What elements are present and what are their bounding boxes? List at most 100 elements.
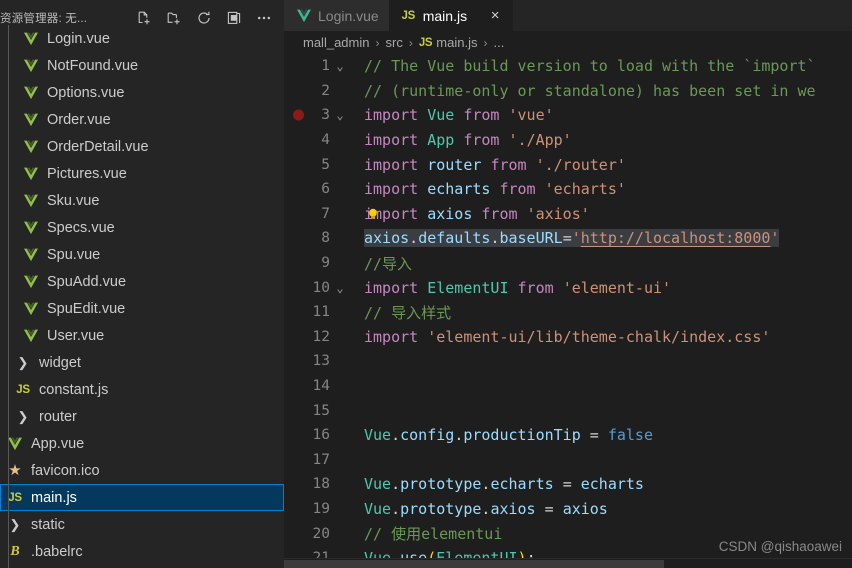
chevron-right-icon: › [375, 35, 380, 50]
code-line[interactable]: 17 [284, 448, 852, 473]
code-line[interactable]: 1 ⌄ // The Vue build version to load with … [284, 54, 852, 79]
tab-label: main.js [422, 7, 468, 24]
tree-item-sku-vue[interactable]: Sku.vue [0, 187, 284, 214]
tree-item-label: favicon.ico [31, 462, 100, 479]
tree-item-pictures-vue[interactable]: Pictures.vue [0, 160, 284, 187]
vue-file-icon [20, 59, 42, 73]
line-number: 17 [312, 451, 330, 468]
line-number: 16 [312, 427, 330, 444]
code-editor[interactable]: 1 ⌄// The Vue build version to load with … [284, 54, 852, 558]
code-line-text: Vue.prototype.echarts = echarts [364, 475, 644, 494]
tab-login-vue[interactable]: Login.vue [284, 0, 389, 31]
lightbulb-icon[interactable] [366, 207, 380, 221]
code-line-text: axios.defaults.baseURL='http://localhost… [364, 229, 780, 248]
code-line-text: import axios from 'axios' [364, 204, 590, 223]
line-number: 13 [312, 353, 330, 370]
tree-item-label: OrderDetail.vue [47, 138, 149, 155]
tree-item-router[interactable]: ❯ router [0, 403, 284, 430]
tree-item-static[interactable]: ❯ static [0, 511, 284, 538]
code-line[interactable]: 16 Vue.config.productionTip = false [284, 423, 852, 448]
code-line[interactable]: 2 // (runtime-only or standalone) has bee… [284, 79, 852, 104]
code-line[interactable]: 13 [284, 349, 852, 374]
tree-item-label: SpuEdit.vue [47, 300, 126, 317]
code-line[interactable]: 12 import 'element-ui/lib/theme-chalk/ind… [284, 325, 852, 350]
tree-item-specs-vue[interactable]: Specs.vue [0, 214, 284, 241]
code-line[interactable]: 10 ⌄ import ElementUI from 'element-ui' [284, 275, 852, 300]
vue-file-icon [20, 86, 42, 100]
code-line[interactable]: 19 Vue.prototype.axios = axios [284, 497, 852, 522]
line-number: 12 [312, 328, 330, 345]
breadcrumb-item-project[interactable]: mall_admin [303, 35, 369, 50]
tree-item-label: static [31, 516, 65, 533]
breadcrumb-item-folder[interactable]: src [385, 35, 402, 50]
chevron-right-icon: › [408, 35, 413, 50]
line-number: 7 [321, 205, 330, 222]
code-line-text: // 使用elementui [364, 525, 503, 544]
code-line-text: // 导入样式 [364, 303, 452, 322]
code-line[interactable]: 8 axios.defaults.baseURL='http://localhos… [284, 226, 852, 251]
tree-item-spuadd-vue[interactable]: SpuAdd.vue [0, 268, 284, 295]
tree-item-label: main.js [31, 489, 77, 506]
line-number: 6 [321, 181, 330, 198]
tree-item-order-vue[interactable]: Order.vue [0, 106, 284, 133]
code-line[interactable]: 5 import router from './router' [284, 152, 852, 177]
tree-item-widget[interactable]: ❯ widget [0, 349, 284, 376]
indent-guide [8, 25, 9, 568]
file-tree[interactable]: Login.vue NotFound.vue Options.vue Order.vu… [0, 25, 284, 568]
tree-item-main-js[interactable]: JS main.js [0, 484, 284, 511]
code-line[interactable]: 7 import axios from 'axios' [284, 202, 852, 227]
code-line-text: Vue.config.productionTip = false [364, 426, 653, 445]
tree-item-options-vue[interactable]: Options.vue [0, 79, 284, 106]
tree-item-babelrc[interactable]: B .babelrc [0, 538, 284, 565]
line-number: 4 [321, 132, 330, 149]
code-line[interactable]: 15 [284, 398, 852, 423]
line-number: 3 [321, 107, 330, 124]
vue-file-icon [20, 32, 42, 46]
tree-item-login-vue[interactable]: Login.vue [0, 25, 284, 52]
js-file-icon: JS [418, 36, 433, 49]
explorer-actions [135, 9, 276, 26]
tree-item-spu-vue[interactable]: Spu.vue [0, 241, 284, 268]
new-folder-icon[interactable] [165, 9, 182, 26]
tree-item-notfound-vue[interactable]: NotFound.vue [0, 52, 284, 79]
tree-item-label: Pictures.vue [47, 165, 127, 182]
vue-file-icon [20, 221, 42, 235]
scrollbar-thumb[interactable] [284, 560, 664, 568]
refresh-icon[interactable] [195, 9, 212, 26]
breakpoint-icon[interactable] [293, 109, 304, 121]
fold-chevron-icon[interactable]: ⌄ [330, 59, 350, 73]
code-line[interactable]: 6 import echarts from 'echarts' [284, 177, 852, 202]
tree-item-label: widget [39, 354, 81, 371]
horizontal-scrollbar[interactable] [284, 558, 852, 568]
code-line-text: import App from './App' [364, 131, 572, 150]
code-line[interactable]: 3 ⌄ import Vue from 'vue' [284, 103, 852, 128]
tree-item-label: User.vue [47, 327, 105, 344]
new-file-icon[interactable] [135, 9, 152, 26]
breadcrumb-item-symbol[interactable]: ... [493, 35, 504, 50]
fold-chevron-icon[interactable]: ⌄ [330, 281, 350, 295]
code-line[interactable]: 21 Vue.use(ElementUI); [284, 546, 852, 558]
code-line[interactable]: 18 Vue.prototype.echarts = echarts [284, 472, 852, 497]
code-line[interactable]: 4 import App from './App' [284, 128, 852, 153]
close-icon[interactable]: × [487, 8, 503, 24]
code-line[interactable]: 9 //导入 [284, 251, 852, 276]
tab-main-js[interactable]: JS main.js × [388, 0, 514, 31]
chevron-right-icon: › [483, 35, 488, 50]
code-line-text: import Vue from 'vue' [364, 106, 554, 125]
breadcrumb-item-file[interactable]: JS main.js [419, 35, 478, 50]
fold-chevron-icon[interactable]: ⌄ [330, 108, 350, 122]
collapse-all-icon[interactable] [225, 9, 242, 26]
tree-item-label: NotFound.vue [47, 57, 139, 74]
more-actions-icon[interactable] [255, 9, 272, 26]
tree-item-label: Specs.vue [47, 219, 115, 236]
tree-item-app-vue[interactable]: App.vue [0, 430, 284, 457]
code-line[interactable]: 14 [284, 374, 852, 399]
tree-item-constant-js[interactable]: JS constant.js [0, 376, 284, 403]
tree-item-spuedit-vue[interactable]: SpuEdit.vue [0, 295, 284, 322]
code-line[interactable]: 11 // 导入样式 [284, 300, 852, 325]
code-line[interactable]: 20 // 使用elementui [284, 521, 852, 546]
tree-item-user-vue[interactable]: User.vue [0, 322, 284, 349]
tree-item-orderdetail-vue[interactable]: OrderDetail.vue [0, 133, 284, 160]
tab-label: Login.vue [318, 7, 379, 24]
tree-item-favicon-ico[interactable]: ★ favicon.ico [0, 457, 284, 484]
